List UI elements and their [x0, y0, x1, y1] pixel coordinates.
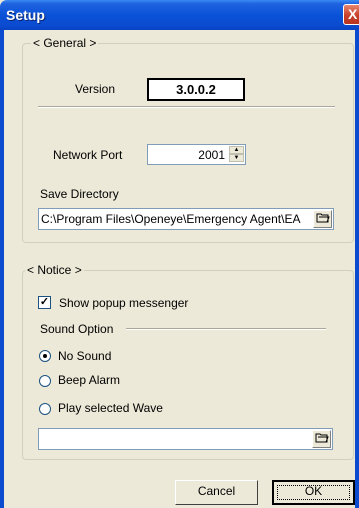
show-popup-label[interactable]: Show popup messenger — [59, 296, 188, 310]
network-port-spinner[interactable]: 2001 ▲ ▼ — [147, 144, 246, 165]
no-sound-label[interactable]: No Sound — [58, 349, 111, 363]
window-frame-right — [355, 30, 359, 508]
version-value: 3.0.0.2 — [147, 78, 245, 101]
title-bar: Setup X — [0, 0, 359, 30]
ok-button[interactable]: OK — [272, 480, 355, 505]
spin-arrows-icon[interactable]: ▲ ▼ — [229, 146, 244, 163]
beep-alarm-label[interactable]: Beep Alarm — [58, 373, 120, 387]
network-port-value: 2001 — [198, 148, 225, 162]
cancel-button[interactable]: Cancel — [175, 480, 258, 505]
notice-group-label: < Notice > — [25, 263, 84, 277]
general-separator — [38, 106, 335, 108]
folder-browse-icon[interactable] — [312, 430, 331, 448]
folder-browse-icon[interactable] — [313, 210, 332, 228]
save-directory-field[interactable]: C:\Program Files\Openeye\Emergency Agent… — [38, 208, 334, 230]
version-label: Version — [75, 82, 116, 96]
play-wave-label[interactable]: Play selected Wave — [58, 401, 163, 415]
no-sound-radio[interactable] — [39, 350, 51, 362]
beep-alarm-radio[interactable] — [39, 375, 51, 387]
sound-option-separator — [126, 328, 326, 330]
network-port-label: Network Port — [53, 148, 123, 162]
show-popup-checkbox[interactable]: ✓ — [38, 296, 51, 309]
spin-up-arrow-icon[interactable]: ▲ — [229, 146, 244, 154]
sound-option-label: Sound Option — [40, 322, 114, 336]
ok-focus-rect — [277, 485, 350, 500]
folder-glyph — [315, 433, 329, 443]
window-frame-left — [0, 30, 4, 508]
save-directory-label: Save Directory — [40, 187, 119, 201]
play-wave-radio[interactable] — [39, 403, 51, 415]
window-title: Setup — [6, 7, 45, 23]
save-directory-value: C:\Program Files\Openeye\Emergency Agent… — [41, 212, 301, 226]
folder-glyph — [316, 213, 330, 223]
close-icon[interactable]: X — [343, 4, 359, 25]
wave-file-field[interactable] — [38, 428, 333, 450]
spin-down-arrow-icon[interactable]: ▼ — [229, 154, 244, 162]
general-group-label: < General > — [31, 36, 99, 50]
